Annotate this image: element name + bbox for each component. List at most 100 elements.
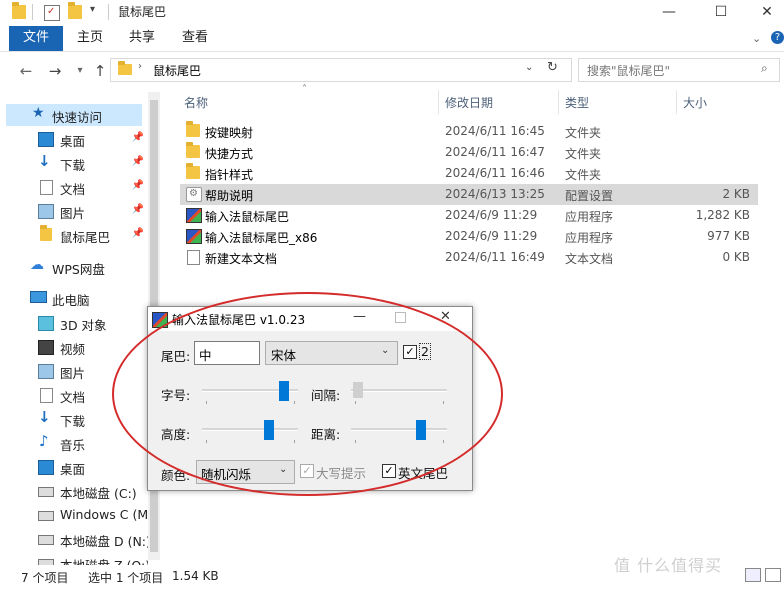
- sidebar-item-label: 图片: [60, 366, 86, 381]
- font-size-slider[interactable]: [202, 381, 298, 405]
- pin-icon[interactable]: 📌: [132, 132, 144, 143]
- slider-thumb[interactable]: [279, 381, 289, 401]
- height-slider[interactable]: [202, 420, 298, 444]
- tab-home[interactable]: 主页: [77, 26, 103, 51]
- column-divider[interactable]: [438, 90, 439, 114]
- sidebar-item-label: 下载: [60, 158, 86, 173]
- large-icons-view-icon[interactable]: [765, 568, 781, 582]
- dialog-maximize-button[interactable]: [395, 312, 406, 323]
- slider-track: [351, 389, 447, 392]
- sidebar-item-desktop[interactable]: 桌面 📌: [0, 128, 148, 150]
- minimize-button[interactable]: —: [646, 0, 692, 26]
- english-tail-checkbox[interactable]: ✓: [382, 464, 396, 478]
- column-size[interactable]: 大小: [683, 94, 707, 111]
- sidebar-item-drive-n[interactable]: 本地磁盘 D (N:): [0, 528, 151, 550]
- sidebar-item-downloads[interactable]: ↓ 下载 📌: [0, 152, 148, 174]
- sidebar-item-documents-pc[interactable]: 文档: [0, 384, 148, 406]
- sidebar-item-3d-objects[interactable]: 3D 对象: [0, 312, 148, 334]
- pin-icon[interactable]: 📌: [132, 180, 144, 191]
- slider-thumb[interactable]: [416, 420, 426, 440]
- navigation-pane: ★ 快速访问 桌面 📌 ↓ 下载 📌 文档 📌 图片 📌 鼠标尾巴 📌 ☁ WP…: [0, 90, 160, 565]
- sidebar-item-this-pc[interactable]: 此电脑: [0, 287, 148, 309]
- slider-thumb[interactable]: [353, 382, 363, 398]
- slider-tick: [294, 401, 295, 404]
- sidebar-item-videos[interactable]: 视频: [0, 336, 148, 358]
- sidebar-item-quick-access[interactable]: ★ 快速访问: [6, 104, 142, 126]
- chevron-right-icon[interactable]: ›: [138, 61, 142, 72]
- back-button[interactable]: ←: [16, 62, 36, 80]
- download-arrow-icon: ↓: [38, 408, 51, 426]
- file-name: 快捷方式: [205, 147, 254, 161]
- tail-text-input[interactable]: 中: [194, 341, 260, 365]
- sidebar-item-label: 快速访问: [52, 110, 103, 125]
- file-row[interactable]: 按键映射 2024/6/11 16:45 文件夹: [180, 121, 758, 142]
- slider-thumb[interactable]: [264, 420, 274, 440]
- file-size: 1,282 KB: [695, 208, 750, 222]
- help-icon[interactable]: ?: [771, 31, 784, 44]
- forward-button[interactable]: →: [45, 62, 65, 80]
- title-bar: ✓ ▾ 鼠标尾巴 — ☐ ✕: [0, 0, 784, 26]
- sidebar-item-music[interactable]: ♪ 音乐: [0, 432, 148, 454]
- sidebar-item-drive-c[interactable]: 本地磁盘 (C:): [0, 480, 148, 502]
- sidebar-item-label: 桌面: [60, 134, 86, 149]
- sidebar-item-pictures[interactable]: 图片 📌: [0, 200, 148, 222]
- sidebar-item-downloads-pc[interactable]: ↓ 下载: [0, 408, 148, 430]
- sidebar-item-documents[interactable]: 文档 📌: [0, 176, 148, 198]
- tab-share[interactable]: 共享: [129, 26, 155, 51]
- pin-icon[interactable]: 📌: [132, 204, 144, 215]
- search-input[interactable]: 搜索"鼠标尾巴" ⌕: [578, 58, 780, 82]
- file-type: 应用程序: [565, 210, 614, 224]
- distance-slider[interactable]: [351, 420, 447, 444]
- font-select[interactable]: 宋体 ⌄: [265, 341, 398, 365]
- sidebar-item-wps-cloud[interactable]: ☁ WPS网盘: [0, 256, 148, 278]
- chevron-down-icon[interactable]: ▾: [90, 4, 95, 15]
- sidebar-item-label: 文档: [60, 390, 86, 405]
- column-type[interactable]: 类型: [565, 94, 589, 111]
- computer-icon: [30, 291, 47, 303]
- caps-hint-checkbox[interactable]: ✓: [300, 464, 314, 478]
- refresh-icon[interactable]: ↻: [547, 60, 558, 75]
- sidebar-item-label: 此电脑: [52, 293, 90, 308]
- new-folder-icon[interactable]: [68, 2, 82, 19]
- sidebar-item-pictures-pc[interactable]: 图片: [0, 360, 148, 382]
- tab-file[interactable]: 文件: [9, 26, 63, 51]
- option-2-checkbox[interactable]: ✓: [403, 345, 417, 359]
- music-note-icon: ♪: [39, 432, 49, 450]
- file-row[interactable]: 快捷方式 2024/6/11 16:47 文件夹: [180, 142, 758, 163]
- address-row: ← → ▾ ↑ › 鼠标尾巴 ⌄ ↻ 搜索"鼠标尾巴" ⌕: [0, 52, 784, 90]
- column-divider[interactable]: [676, 90, 677, 114]
- column-date[interactable]: 修改日期: [445, 94, 493, 111]
- dialog-title-bar[interactable]: 输入法鼠标尾巴 v1.0.23 — ✕: [148, 307, 472, 331]
- address-bar[interactable]: › 鼠标尾巴 ⌄ ↻: [110, 58, 572, 82]
- file-row[interactable]: 输入法鼠标尾巴 2024/6/9 11:29 应用程序 1,282 KB: [180, 205, 758, 226]
- tail-label: 尾巴:: [161, 349, 191, 364]
- properties-icon[interactable]: ✓: [44, 5, 60, 21]
- file-row[interactable]: 输入法鼠标尾巴_x86 2024/6/9 11:29 应用程序 977 KB: [180, 226, 758, 247]
- dialog-minimize-button[interactable]: —: [353, 309, 366, 324]
- file-row[interactable]: 指针样式 2024/6/11 16:46 文件夹: [180, 163, 758, 184]
- maximize-button[interactable]: ☐: [698, 0, 744, 26]
- pin-icon[interactable]: 📌: [132, 228, 144, 239]
- tab-view[interactable]: 查看: [182, 26, 208, 51]
- search-icon[interactable]: ⌕: [761, 61, 768, 76]
- column-name[interactable]: 名称: [184, 94, 208, 111]
- sidebar-item-mouse-tail[interactable]: 鼠标尾巴 📌: [0, 224, 148, 246]
- sidebar-item-drive-o[interactable]: 本地磁盘 Z (O:): [0, 552, 148, 565]
- file-row[interactable]: 新建文本文档 2024/6/11 16:49 文本文档 0 KB: [180, 247, 758, 268]
- close-button[interactable]: ✕: [744, 0, 784, 26]
- color-select[interactable]: 随机闪烁 ⌄: [196, 460, 295, 484]
- recent-locations-icon[interactable]: ▾: [70, 62, 90, 80]
- sidebar-item-drive-m[interactable]: Windows C (M: [0, 504, 148, 526]
- expand-ribbon-icon[interactable]: ⌄: [752, 32, 761, 45]
- slider-tick: [206, 401, 207, 404]
- column-divider[interactable]: [558, 90, 559, 114]
- spacing-slider[interactable]: [351, 381, 447, 405]
- details-view-icon[interactable]: [745, 568, 761, 582]
- chevron-down-icon[interactable]: ⌄: [525, 62, 533, 73]
- pin-icon[interactable]: 📌: [132, 156, 144, 167]
- dialog-close-button[interactable]: ✕: [440, 309, 451, 324]
- up-button[interactable]: ↑: [90, 62, 110, 80]
- file-row-selected[interactable]: ⚙ 帮助说明 2024/6/13 13:25 配置设置 2 KB: [180, 184, 758, 205]
- sidebar-item-desktop-pc[interactable]: 桌面: [0, 456, 148, 478]
- mouse-tail-dialog[interactable]: 输入法鼠标尾巴 v1.0.23 — ✕ 尾巴: 中 宋体 ⌄ ✓ 2 字号: 间…: [147, 306, 473, 491]
